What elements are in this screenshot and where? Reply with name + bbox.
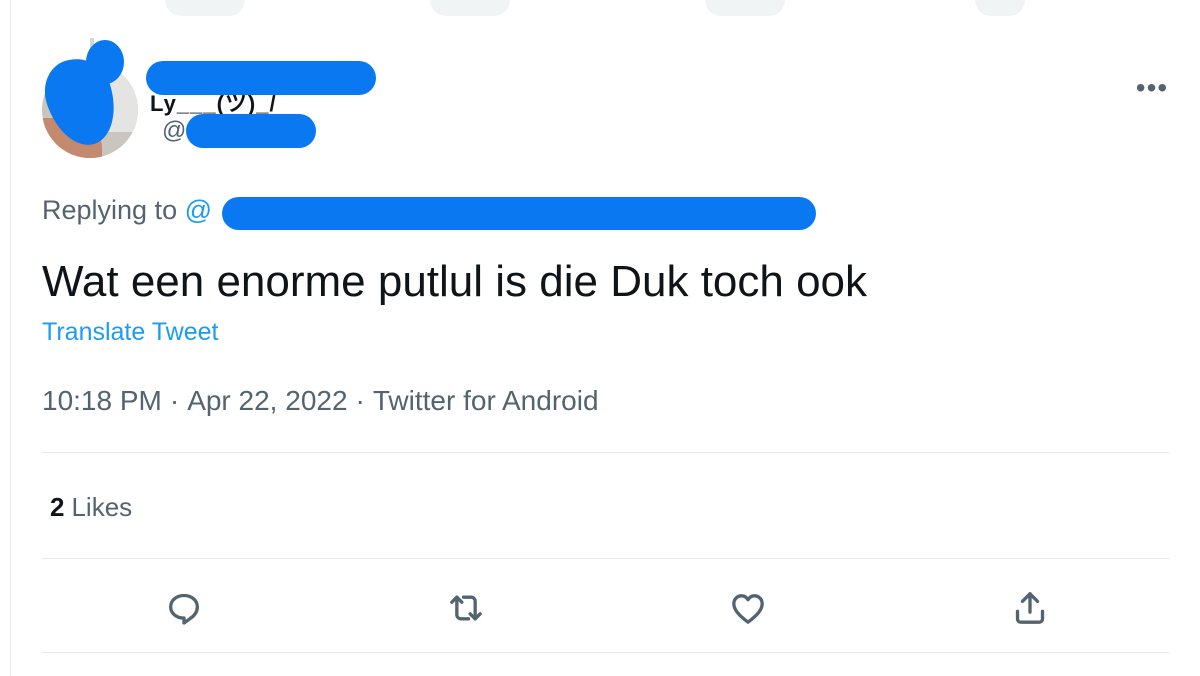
tweet-date[interactable]: Apr 22, 2022 [187,385,347,416]
share-button[interactable] [1006,584,1054,632]
author-handle-redaction [186,114,316,148]
tweet-time[interactable]: 10:18 PM [42,385,162,416]
likes-count: 2 [50,492,65,522]
reply-icon [169,593,199,625]
share-icon [1015,592,1045,624]
meta-separator: · [355,385,365,416]
tweet-text: Wat een enorme putlul is die Duk toch oo… [42,257,868,306]
likes-stat[interactable]: 2 Likes [50,492,132,523]
divider [42,452,1170,453]
likes-label: Likes [71,492,133,522]
author-handle[interactable]: @ [162,117,186,145]
reply-mention-link[interactable]: @ [185,195,212,225]
replying-to: Replying to @ [42,195,212,226]
heart-icon [732,594,764,624]
previous-tweet-action-ghost [430,0,510,16]
replying-to-label: Replying to [42,195,185,225]
display-name-redaction [146,61,376,95]
retweet-icon [450,595,482,621]
previous-tweet-action-ghost [705,0,785,16]
divider [42,652,1170,653]
like-button[interactable] [724,584,772,632]
divider [42,558,1170,559]
tweet-meta: 10:18 PM · Apr 22, 2022 · Twitter for Androi… [42,385,599,417]
translate-tweet-link[interactable]: Translate Tweet [42,318,218,347]
more-options-button[interactable]: ••• [1130,70,1174,106]
reply-mention-redaction [222,197,816,230]
tweet-source[interactable]: Twitter for Android [373,385,599,416]
meta-separator: · [169,385,180,416]
avatar-redaction [86,40,124,84]
previous-tweet-action-ghost [165,0,245,16]
retweet-button[interactable] [442,584,490,632]
reply-button[interactable] [160,584,208,632]
